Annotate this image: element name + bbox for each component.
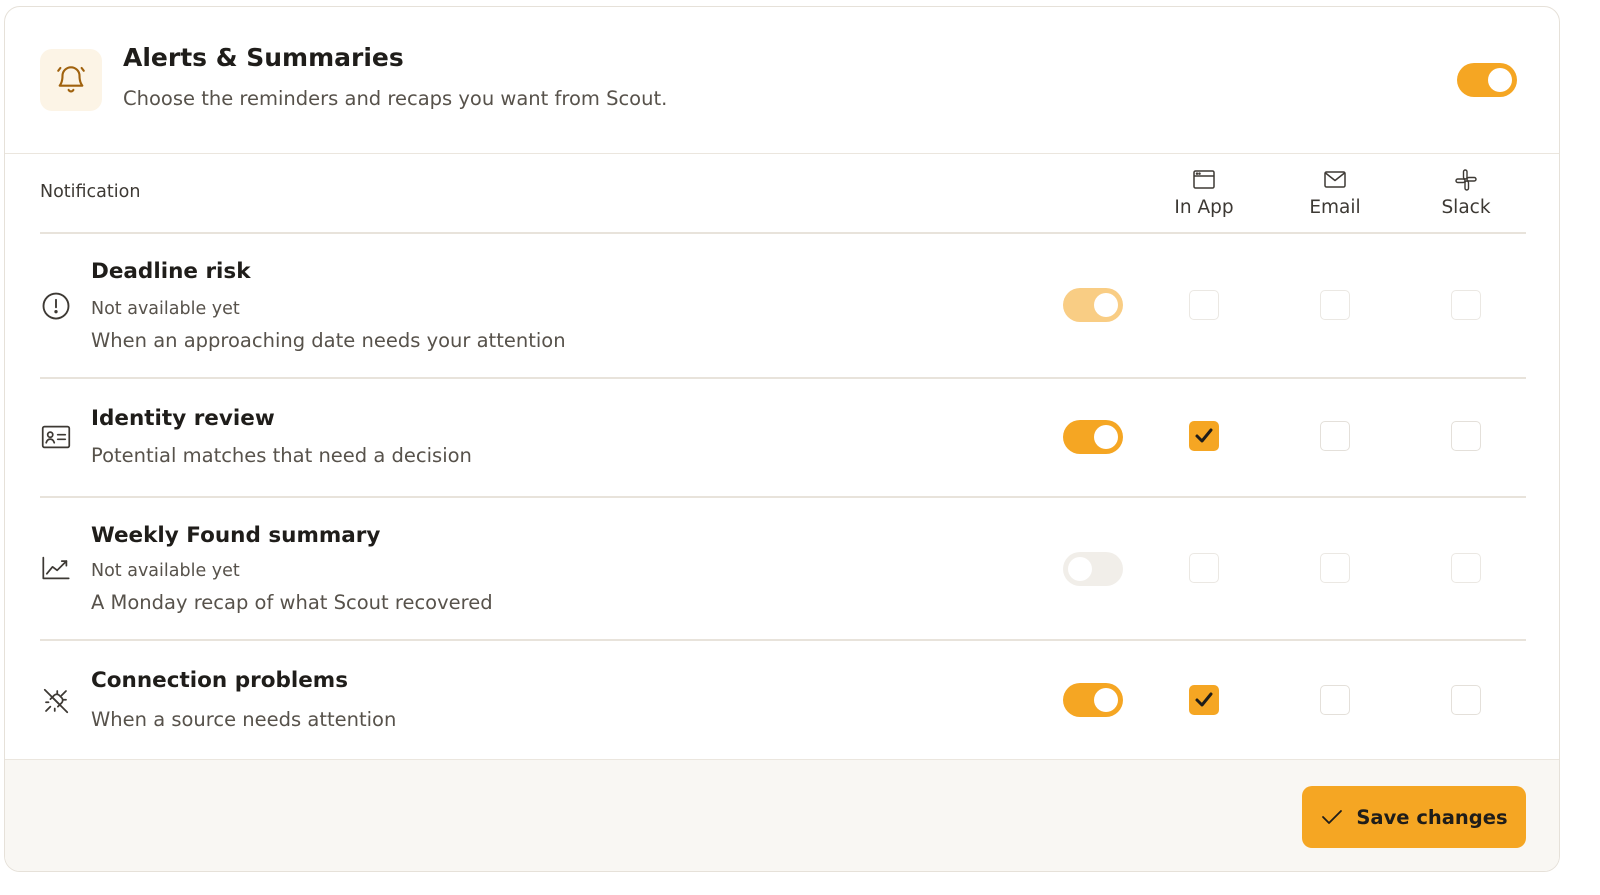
slack-icon <box>1406 167 1526 193</box>
toggle-knob <box>1068 557 1092 581</box>
toggle-knob <box>1488 68 1512 92</box>
toggle-connection-problems[interactable] <box>1063 683 1123 717</box>
checkbox-weekly-found-summary-slack[interactable] <box>1451 553 1481 583</box>
checkbox-identity-review-slack[interactable] <box>1451 421 1481 451</box>
checkbox-deadline-risk-in-app[interactable] <box>1189 290 1219 320</box>
row-note-weekly-found-summary: Not available yet <box>91 561 240 581</box>
card-header: Alerts & Summaries Choose the reminders … <box>5 7 1559 154</box>
row-title-identity-review: Identity review <box>91 406 275 431</box>
toggle-knob <box>1094 293 1118 317</box>
row-title-deadline-risk: Deadline risk <box>91 259 251 284</box>
checkbox-deadline-risk-slack[interactable] <box>1451 290 1481 320</box>
toggle-knob <box>1094 425 1118 449</box>
checkbox-connection-problems-slack[interactable] <box>1451 685 1481 715</box>
app-window-icon <box>1144 167 1264 193</box>
notification-settings-card: Alerts & Summaries Choose the reminders … <box>4 6 1560 872</box>
checkbox-deadline-risk-email[interactable] <box>1320 290 1350 320</box>
email-column-label: Email <box>1309 197 1361 218</box>
trend-chart-icon <box>41 553 71 583</box>
check-icon <box>1195 692 1213 707</box>
mail-icon <box>1275 167 1395 193</box>
checkbox-weekly-found-summary-in-app[interactable] <box>1189 553 1219 583</box>
row-desc-identity-review: Potential matches that need a decision <box>91 444 472 467</box>
save-changes-label: Save changes <box>1356 805 1508 829</box>
card-subtitle: Choose the reminders and recaps you want… <box>123 87 668 110</box>
card-title: Alerts & Summaries <box>123 43 404 72</box>
divider <box>40 377 1526 379</box>
checkbox-weekly-found-summary-email[interactable] <box>1320 553 1350 583</box>
email-column-header: Email <box>1275 167 1395 218</box>
row-desc-weekly-found-summary: A Monday recap of what Scout recovered <box>91 591 493 614</box>
alert-circle-icon <box>41 291 71 321</box>
slack-column-label: Slack <box>1441 197 1491 218</box>
unplug-icon <box>41 686 71 716</box>
in-app-column-label: In App <box>1174 197 1234 218</box>
row-title-connection-problems: Connection problems <box>91 668 349 693</box>
check-icon <box>1322 810 1343 824</box>
divider <box>40 639 1526 641</box>
row-desc-deadline-risk: When an approaching date needs your atte… <box>91 329 566 352</box>
row-desc-connection-problems: When a source needs attention <box>91 708 397 731</box>
row-note-deadline-risk: Not available yet <box>91 299 240 319</box>
checkbox-identity-review-email[interactable] <box>1320 421 1350 451</box>
bell-icon <box>40 49 102 111</box>
toggle-identity-review[interactable] <box>1063 420 1123 454</box>
id-card-icon <box>41 422 71 452</box>
notification-column-header: Notification <box>40 182 141 202</box>
row-title-weekly-found-summary: Weekly Found summary <box>91 523 381 548</box>
toggle-knob <box>1094 688 1118 712</box>
master-toggle[interactable] <box>1457 63 1517 97</box>
checkbox-connection-problems-email[interactable] <box>1320 685 1350 715</box>
in-app-column-header: In App <box>1144 167 1264 218</box>
divider <box>40 232 1526 234</box>
slack-column-header: Slack <box>1406 167 1526 218</box>
checkbox-connection-problems-in-app[interactable] <box>1189 685 1219 715</box>
toggle-deadline-risk[interactable] <box>1063 288 1123 322</box>
checkbox-identity-review-in-app[interactable] <box>1189 421 1219 451</box>
toggle-weekly-found-summary[interactable] <box>1063 552 1123 586</box>
save-changes-button[interactable]: Save changes <box>1302 786 1526 848</box>
check-icon <box>1195 428 1213 443</box>
card-footer: Save changes <box>5 759 1559 871</box>
divider <box>40 496 1526 498</box>
